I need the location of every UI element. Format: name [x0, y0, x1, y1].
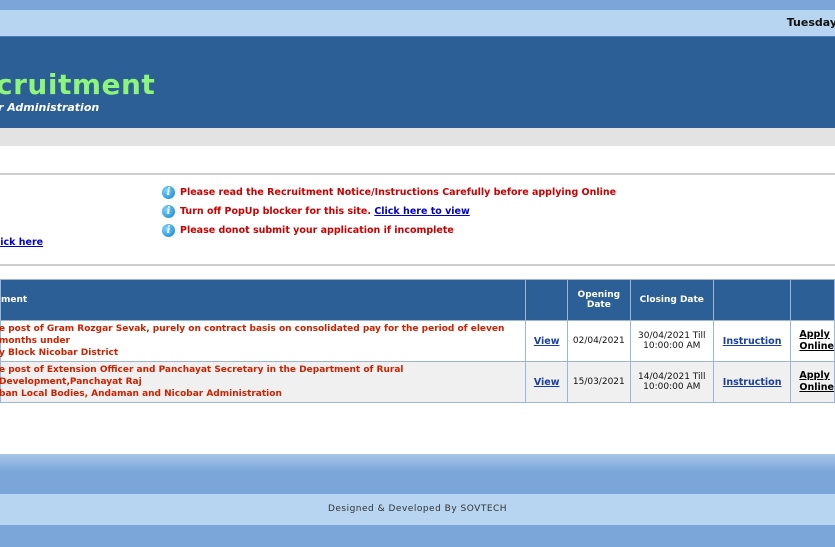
date-bar: Tuesday [0, 10, 835, 36]
column-header-apply [790, 279, 835, 321]
column-header-opening-date: Opening Date [566, 279, 631, 321]
column-header-post: ment [0, 279, 527, 321]
popup-help-link[interactable]: Click here to view [374, 206, 469, 217]
top-strip [0, 0, 835, 10]
column-header-instruction [712, 279, 792, 321]
notice-divider [0, 264, 835, 266]
view-cell: View [525, 361, 568, 403]
post-description: e post of Extension Officer and Panchaya… [0, 361, 527, 403]
footer: Designed & Developed By SOVTECH [0, 494, 835, 525]
menu-bar [0, 128, 835, 146]
info-icon: i [162, 186, 175, 199]
notice-read-instructions: i Please read the Recruitment Notice/Inst… [162, 186, 616, 199]
recruitment-table: ment Opening Date Closing Date e post of … [0, 279, 835, 403]
content-bottom-shade [0, 454, 835, 494]
instruction-link[interactable]: Instruction [723, 377, 782, 388]
apply-online-link[interactable]: Apply Online [791, 370, 834, 394]
table-row: e post of Gram Rozgar Sevak, purely on c… [0, 320, 835, 362]
click-here-link[interactable]: lick here [0, 237, 43, 248]
column-header-view [525, 279, 568, 321]
table-row: e post of Extension Officer and Panchaya… [0, 361, 835, 403]
main-content: i Please read the Recruitment Notice/Inst… [0, 146, 835, 454]
instruction-cell: Instruction [712, 361, 792, 403]
info-icon: i [162, 205, 175, 218]
info-icon: i [162, 224, 175, 237]
site-title: cruitment [0, 68, 156, 101]
view-cell: View [525, 320, 568, 362]
table-header-row: ment Opening Date Closing Date [0, 279, 835, 321]
opening-date: 02/04/2021 [566, 320, 631, 362]
apply-cell: Apply Online [790, 320, 835, 362]
notice-incomplete: i Please donot submit your application if… [162, 224, 454, 237]
instruction-cell: Instruction [712, 320, 792, 362]
opening-date: 15/03/2021 [566, 361, 631, 403]
current-date: Tuesday [786, 16, 835, 29]
closing-date: 30/04/2021 Till 10:00:00 AM [629, 320, 714, 362]
notice-popup-blocker: i Turn off PopUp blocker for this site. C… [162, 205, 470, 218]
post-description: e post of Gram Rozgar Sevak, purely on c… [0, 320, 527, 362]
bottom-strip [0, 525, 835, 547]
view-link[interactable]: View [534, 377, 560, 388]
apply-cell: Apply Online [790, 361, 835, 403]
top-divider [0, 173, 835, 175]
column-header-closing-date: Closing Date [629, 279, 714, 321]
closing-date: 14/04/2021 Till 10:00:00 AM [629, 361, 714, 403]
header-banner: cruitment r Administration [0, 36, 835, 129]
apply-online-link[interactable]: Apply Online [791, 329, 834, 353]
view-link[interactable]: View [534, 336, 560, 347]
footer-credit: Designed & Developed By SOVTECH [327, 504, 508, 514]
instruction-link[interactable]: Instruction [723, 336, 782, 347]
site-subtitle: r Administration [0, 101, 100, 114]
